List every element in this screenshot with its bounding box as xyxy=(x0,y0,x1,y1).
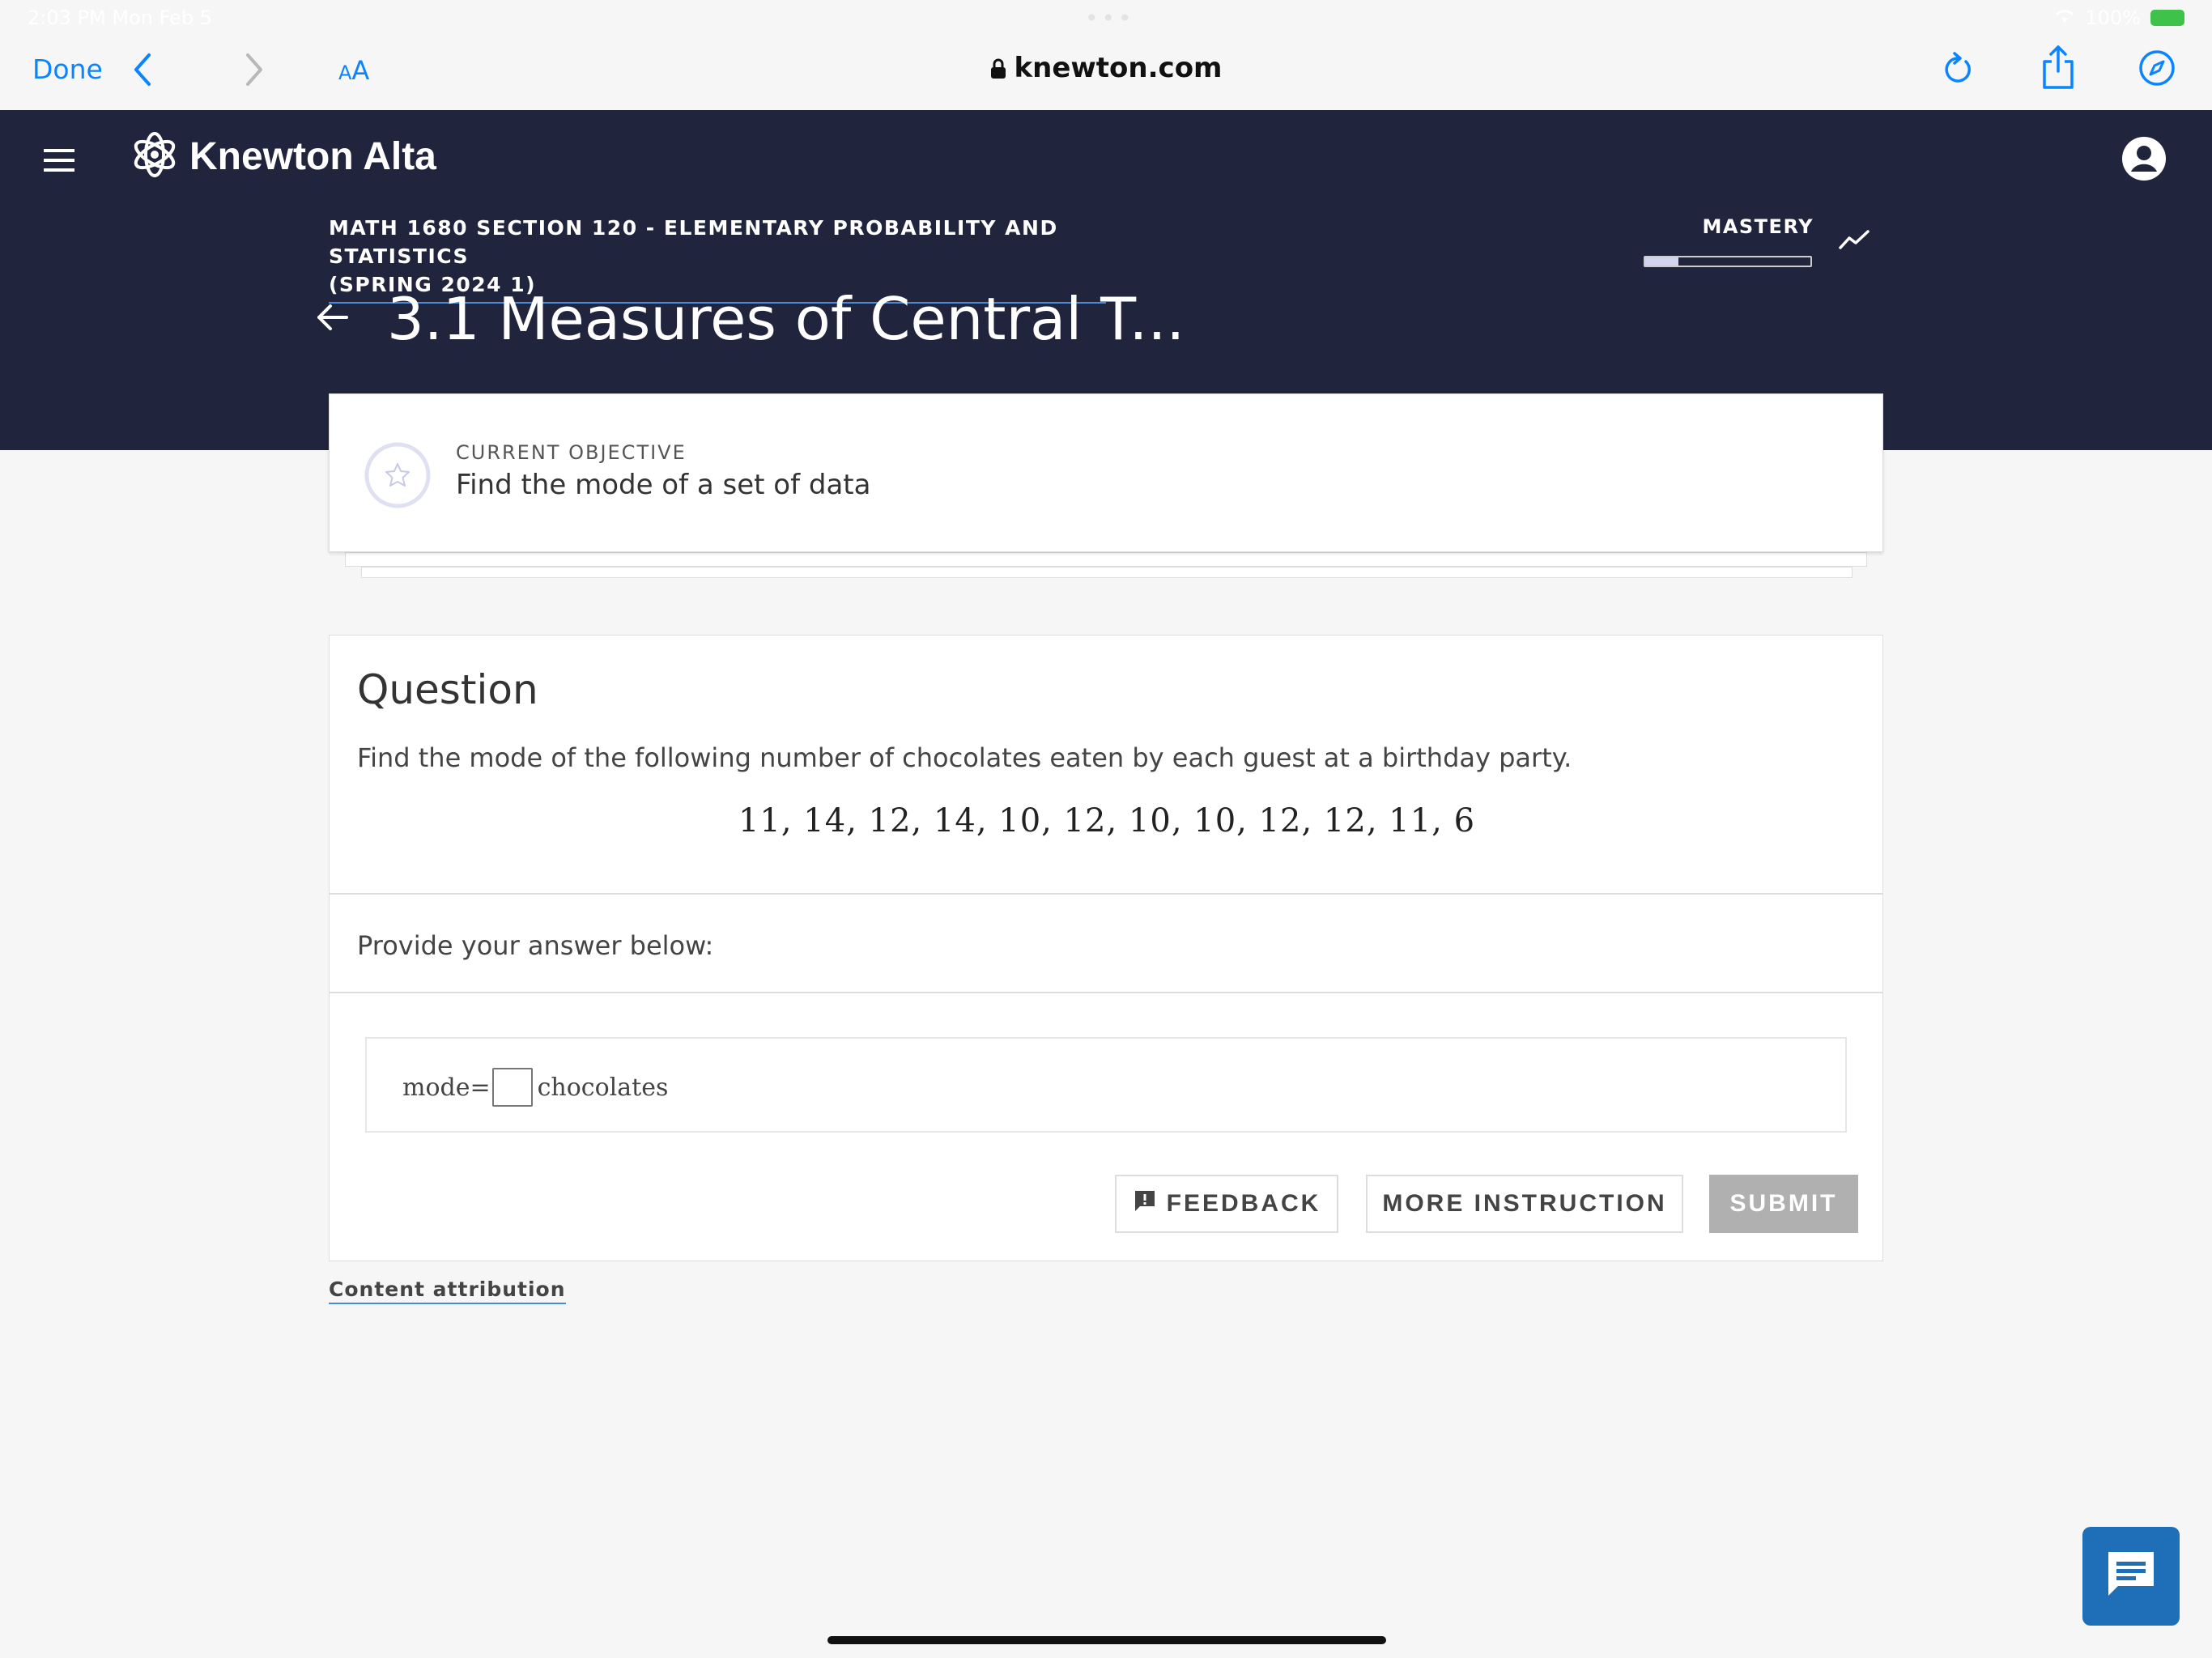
menu-icon[interactable] xyxy=(44,149,74,178)
question-text: Find the mode of the following number of… xyxy=(357,742,1572,773)
battery-icon xyxy=(2150,10,2184,26)
card-stack-shadow xyxy=(345,552,1867,567)
submit-button[interactable]: SUBMIT xyxy=(1709,1175,1858,1233)
reload-icon[interactable] xyxy=(1940,49,1976,91)
battery-percent: 100% xyxy=(2085,6,2141,29)
status-bar: 2:03 PM Mon Feb 5 ••• 100% xyxy=(0,0,2212,36)
question-heading: Question xyxy=(357,666,538,713)
browser-toolbar: Done AA knewton.com xyxy=(0,36,2212,110)
feedback-button[interactable]: FEEDBACK xyxy=(1115,1175,1338,1233)
address-bar[interactable]: knewton.com xyxy=(0,52,2212,87)
url-text: knewton.com xyxy=(1014,52,1223,84)
answer-prefix: mode= xyxy=(402,1073,491,1102)
chat-button[interactable] xyxy=(2082,1527,2180,1626)
divider xyxy=(330,893,1882,895)
page-title: 3.1 Measures of Central T... xyxy=(387,285,1185,353)
brand-name: Knewton Alta xyxy=(189,134,436,178)
objective-text: Find the mode of a set of data xyxy=(456,469,871,501)
star-badge-icon xyxy=(364,441,432,512)
feedback-icon xyxy=(1133,1188,1157,1219)
answer-suffix: chocolates xyxy=(537,1073,669,1102)
chat-icon xyxy=(2102,1545,2160,1607)
account-avatar-icon[interactable] xyxy=(2121,136,2167,185)
lock-icon xyxy=(990,54,1006,87)
content-attribution-link[interactable]: Content attribution xyxy=(329,1278,566,1304)
mastery-label: MASTERY xyxy=(1702,215,1814,238)
back-arrow-icon[interactable] xyxy=(313,298,351,340)
divider xyxy=(330,992,1882,993)
more-instruction-button[interactable]: MORE INSTRUCTION xyxy=(1366,1175,1683,1233)
status-right: 100% xyxy=(2054,6,2184,29)
question-data-set: 11, 14, 12, 14, 10, 12, 10, 10, 12, 12, … xyxy=(738,802,1476,840)
multitasking-dots-icon[interactable]: ••• xyxy=(1085,5,1135,32)
objective-card: CURRENT OBJECTIVE Find the mode of a set… xyxy=(329,393,1883,552)
compass-icon[interactable] xyxy=(2138,49,2176,91)
feedback-label: FEEDBACK xyxy=(1166,1190,1321,1217)
mastery-progress-fill xyxy=(1645,257,1678,266)
answer-area: mode= chocolates xyxy=(365,1037,1847,1133)
answer-row: mode= chocolates xyxy=(402,1068,668,1107)
share-icon[interactable] xyxy=(2040,44,2076,94)
answer-prompt: Provide your answer below: xyxy=(357,930,714,961)
objective-label: CURRENT OBJECTIVE xyxy=(456,441,687,464)
home-indicator[interactable] xyxy=(827,1636,1386,1644)
mode-answer-input[interactable] xyxy=(491,1068,533,1107)
mastery-progress-bar xyxy=(1644,256,1812,267)
atom-logo-icon xyxy=(130,130,180,183)
card-stack-shadow xyxy=(361,567,1853,578)
question-card: Question Find the mode of the following … xyxy=(329,635,1883,1261)
status-time: 2:03 PM Mon Feb 5 xyxy=(28,6,212,29)
course-title-line1: MATH 1680 SECTION 120 - ELEMENTARY PROBA… xyxy=(329,216,1058,268)
brand-logo[interactable]: Knewton Alta xyxy=(130,130,436,183)
trend-chart-icon[interactable] xyxy=(1838,228,1870,254)
wifi-icon xyxy=(2054,6,2075,29)
